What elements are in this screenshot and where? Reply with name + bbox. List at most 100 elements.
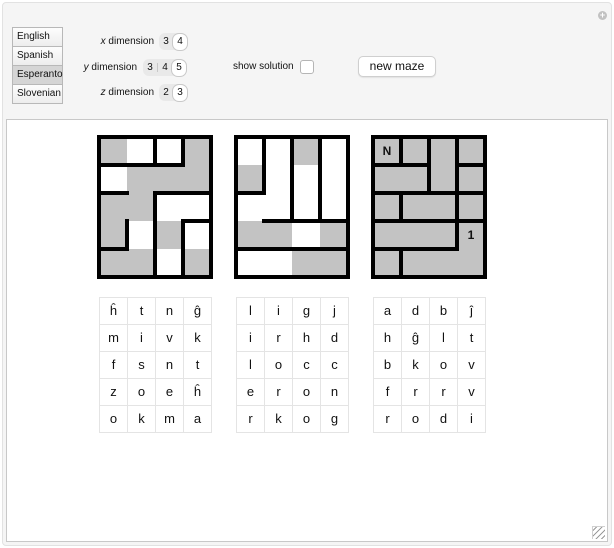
letter-cell: f [100, 352, 128, 379]
letter-grid-1: ĥtnĝmivkfsntzoeĥokma [99, 297, 212, 433]
maze-cell [292, 249, 320, 277]
maze-cell [264, 249, 292, 277]
z-option-2[interactable]: 2 [159, 84, 173, 101]
maze-cell [99, 249, 127, 277]
letter-cell: k [184, 325, 212, 352]
letter-cell: e [156, 379, 184, 406]
y-dimension-selector: 3 4 5 [143, 59, 186, 76]
y-option-3[interactable]: 3 [143, 59, 157, 76]
maze-cell [401, 221, 429, 249]
maze-wall [371, 275, 487, 279]
maze-cell [127, 137, 155, 165]
letter-cell: i [265, 298, 293, 325]
maze-cell [155, 165, 183, 193]
letter-cell: z [100, 379, 128, 406]
maze-cell [99, 221, 127, 249]
y-dimension-label: y dimension [47, 62, 137, 73]
maze-wall [455, 191, 487, 195]
letter-cell: g [321, 406, 349, 433]
letter-grid-3: adbĵhĝltbkovfrrvrodi [373, 297, 486, 433]
maze-cell [401, 165, 429, 193]
maze-wall [234, 135, 238, 279]
letter-cell: r [374, 406, 402, 433]
letter-cell: h [293, 325, 321, 352]
letter-cell: r [402, 379, 430, 406]
maze-cell [320, 137, 348, 165]
x-option-3[interactable]: 3 [159, 33, 173, 50]
letter-cell: o [265, 352, 293, 379]
maze-cell [236, 249, 264, 277]
maze-cell [183, 165, 211, 193]
maze-wall [181, 219, 213, 223]
letter-cell: ĥ [100, 298, 128, 325]
letter-cell: v [458, 352, 486, 379]
letter-cell: b [430, 298, 458, 325]
letter-cell: t [184, 352, 212, 379]
letter-cell: n [321, 379, 349, 406]
letter-cell: k [265, 406, 293, 433]
maze-cell [155, 221, 183, 249]
letter-cell: o [430, 352, 458, 379]
maze-cell [401, 249, 429, 277]
maze-cell [429, 249, 457, 277]
show-solution-checkbox[interactable] [300, 60, 314, 74]
letter-cell: c [321, 352, 349, 379]
maze-cell [457, 137, 485, 165]
new-maze-button[interactable]: new maze [358, 56, 436, 77]
maze-wall [153, 247, 157, 279]
maze-wall [483, 135, 487, 279]
maze-wall [97, 191, 129, 195]
letter-cell: s [128, 352, 156, 379]
letter-cell: r [265, 379, 293, 406]
letter-cell: d [430, 406, 458, 433]
letter-cell: k [402, 352, 430, 379]
letter-cell: t [458, 325, 486, 352]
z-option-3[interactable]: 3 [173, 84, 187, 101]
maze-cell [373, 193, 401, 221]
maze-wall [234, 191, 266, 195]
maze-wall [399, 247, 403, 279]
maze-cell [264, 193, 292, 221]
resize-handle-icon[interactable] [592, 526, 605, 539]
letter-cell: ĵ [458, 298, 486, 325]
y-option-4[interactable]: 4 [158, 59, 172, 76]
maze-wall [153, 163, 185, 167]
letter-cell: e [237, 379, 265, 406]
maze-wall [181, 191, 213, 195]
maze-cell [236, 193, 264, 221]
maze-cell [320, 221, 348, 249]
maze-cell [236, 221, 264, 249]
letter-cell: o [293, 379, 321, 406]
letter-cell: v [458, 379, 486, 406]
maze-cell [373, 165, 401, 193]
maze-cell [457, 249, 485, 277]
maze-cell [99, 137, 127, 165]
letter-cell: ĝ [184, 298, 212, 325]
show-solution-label: show solution [233, 61, 294, 72]
maze-cell [373, 249, 401, 277]
z-dimension-selector: 2 3 [159, 84, 187, 101]
plus-icon[interactable]: + [598, 11, 607, 20]
language-slovenian[interactable]: Slovenian [12, 84, 63, 104]
y-dimension-text: dimension [88, 62, 137, 73]
maze-cell [401, 137, 429, 165]
letter-cell: m [156, 406, 184, 433]
maze-cell [183, 137, 211, 165]
maze-cell [155, 193, 183, 221]
y-option-5[interactable]: 5 [172, 59, 186, 76]
letter-cell: g [293, 298, 321, 325]
letter-cell: i [128, 325, 156, 352]
language-english[interactable]: English [12, 27, 63, 47]
maze-wall [455, 163, 487, 167]
letter-cell: d [402, 298, 430, 325]
maze-cell [155, 137, 183, 165]
x-option-4[interactable]: 4 [173, 33, 187, 50]
letter-cell: l [237, 352, 265, 379]
z-dimension-text: dimension [105, 87, 154, 98]
letter-cell: n [156, 352, 184, 379]
letter-cell: o [128, 379, 156, 406]
letter-cell: l [430, 325, 458, 352]
letter-cell: o [293, 406, 321, 433]
maze-cell [264, 137, 292, 165]
maze-wall [346, 135, 350, 279]
